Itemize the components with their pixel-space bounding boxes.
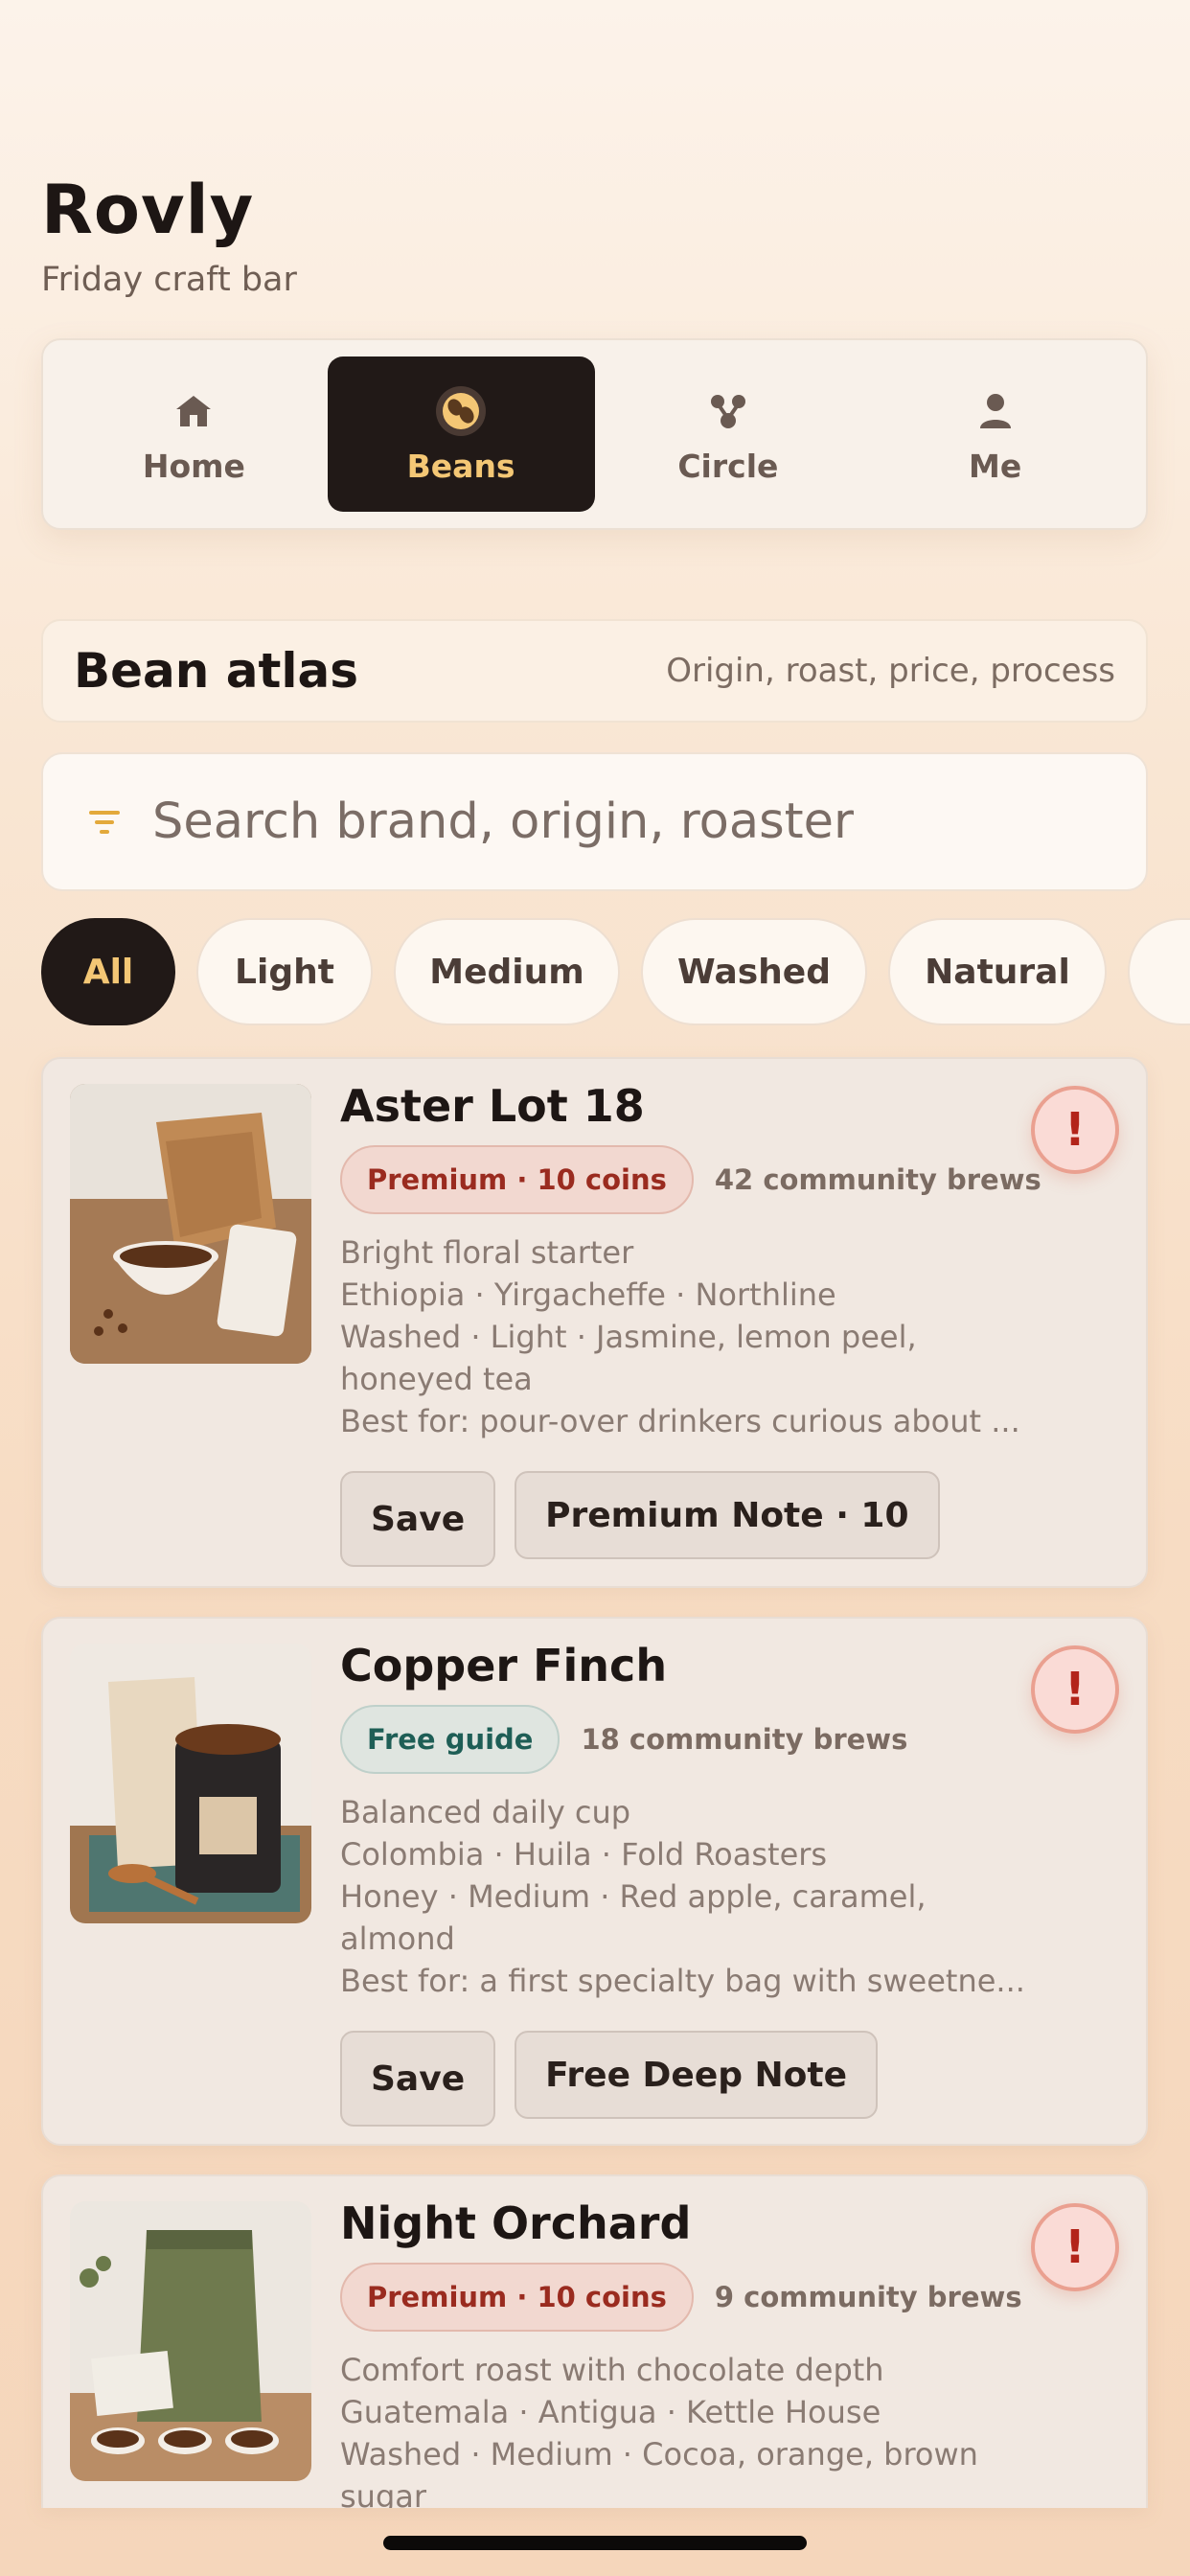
chip-all[interactable]: All bbox=[41, 918, 175, 1025]
bean-name: Aster Lot 18 bbox=[340, 1080, 645, 1132]
price-badge: Premium · 10 coins bbox=[340, 2263, 694, 2332]
tab-bar: Home Beans Circle Me bbox=[41, 338, 1148, 530]
bean-card[interactable]: Aster Lot 18 Premium · 10 coins 42 commu… bbox=[41, 1057, 1148, 1588]
bean-name: Copper Finch bbox=[340, 1640, 668, 1691]
bean-icon bbox=[434, 384, 488, 438]
filter-chips: All Light Medium Washed Natural bbox=[41, 918, 1190, 1025]
premium-note-button[interactable]: Premium Note · 10 bbox=[515, 1471, 940, 1559]
home-indicator[interactable] bbox=[383, 2536, 807, 2550]
section-subtitle: Origin, roast, price, process bbox=[666, 652, 1115, 690]
bean-tagline: Bright floral starter bbox=[340, 1234, 634, 1271]
tab-circle[interactable]: Circle bbox=[595, 356, 862, 512]
alert-icon[interactable]: ! bbox=[1031, 1645, 1119, 1734]
free-note-button[interactable]: Free Deep Note bbox=[515, 2031, 879, 2119]
circle-icon bbox=[701, 384, 755, 438]
bean-best-for: Best for: a first specialty bag with swe… bbox=[340, 1963, 1025, 1999]
bean-card[interactable]: Night Orchard Premium · 10 coins 9 commu… bbox=[41, 2174, 1148, 2508]
tab-me-label: Me bbox=[969, 447, 1022, 485]
section-title: Bean atlas bbox=[74, 643, 359, 699]
filter-icon[interactable] bbox=[85, 803, 124, 841]
card-body: Night Orchard Premium · 10 coins 9 commu… bbox=[340, 2197, 1068, 2508]
app-title: Rovly bbox=[41, 171, 255, 249]
bean-best-for: Best for: pour-over drinkers curious abo… bbox=[340, 1403, 1020, 1439]
bean-photo bbox=[70, 1644, 311, 1923]
bean-photo bbox=[70, 2201, 311, 2481]
chip-light[interactable]: Light bbox=[196, 918, 373, 1025]
bean-photo bbox=[70, 1084, 311, 1364]
bean-origin: Guatemala · Antigua · Kettle House bbox=[340, 2394, 881, 2430]
bean-origin: Ethiopia · Yirgacheffe · Northline bbox=[340, 1276, 836, 1313]
alert-glyph: ! bbox=[1064, 1103, 1086, 1157]
tab-me[interactable]: Me bbox=[861, 356, 1129, 512]
chip-natural[interactable]: Natural bbox=[888, 918, 1107, 1025]
tab-beans-label: Beans bbox=[406, 447, 515, 485]
app-header: Rovly Friday craft bar bbox=[41, 171, 297, 299]
home-icon bbox=[167, 384, 220, 438]
tab-beans[interactable]: Beans bbox=[327, 356, 595, 512]
section-header: Bean atlas Origin, roast, price, process bbox=[41, 619, 1148, 723]
chip-washed[interactable]: Washed bbox=[641, 918, 867, 1025]
bean-profile: Washed · Light · Jasmine, lemon peel, ho… bbox=[340, 1319, 917, 1397]
bean-origin: Colombia · Huila · Fold Roasters bbox=[340, 1836, 828, 1873]
bean-card[interactable]: Copper Finch Free guide 18 community bre… bbox=[41, 1617, 1148, 2146]
bean-name: Night Orchard bbox=[340, 2197, 692, 2249]
bean-tagline: Balanced daily cup bbox=[340, 1794, 631, 1830]
card-body: Aster Lot 18 Premium · 10 coins 42 commu… bbox=[340, 1080, 1068, 1567]
tab-circle-label: Circle bbox=[677, 447, 779, 485]
card-body: Copper Finch Free guide 18 community bre… bbox=[340, 1640, 1068, 2127]
alert-icon[interactable]: ! bbox=[1031, 1086, 1119, 1174]
tab-home-label: Home bbox=[142, 447, 245, 485]
price-badge: Free guide bbox=[340, 1705, 561, 1774]
chip-medium[interactable]: Medium bbox=[394, 918, 620, 1025]
bean-profile: Honey · Medium · Red apple, caramel, alm… bbox=[340, 1878, 927, 1957]
community-brews: 42 community brews bbox=[714, 1163, 1041, 1196]
app-subtitle: Friday craft bar bbox=[41, 261, 297, 299]
chip-more[interactable] bbox=[1128, 918, 1190, 1025]
bean-profile: Washed · Medium · Cocoa, orange, brown s… bbox=[340, 2436, 978, 2508]
price-badge: Premium · 10 coins bbox=[340, 1145, 694, 1214]
tab-home[interactable]: Home bbox=[60, 356, 328, 512]
bean-tagline: Comfort roast with chocolate depth bbox=[340, 2352, 884, 2388]
alert-glyph: ! bbox=[1064, 2220, 1086, 2274]
alert-icon[interactable]: ! bbox=[1031, 2203, 1119, 2291]
person-icon bbox=[969, 384, 1022, 438]
community-brews: 18 community brews bbox=[581, 1723, 908, 1756]
community-brews: 9 community brews bbox=[714, 2281, 1022, 2313]
search-input[interactable] bbox=[152, 794, 1063, 850]
search-bar[interactable] bbox=[41, 752, 1148, 891]
alert-glyph: ! bbox=[1064, 1663, 1086, 1716]
save-button[interactable]: Save bbox=[340, 1471, 496, 1567]
save-button[interactable]: Save bbox=[340, 2031, 496, 2127]
